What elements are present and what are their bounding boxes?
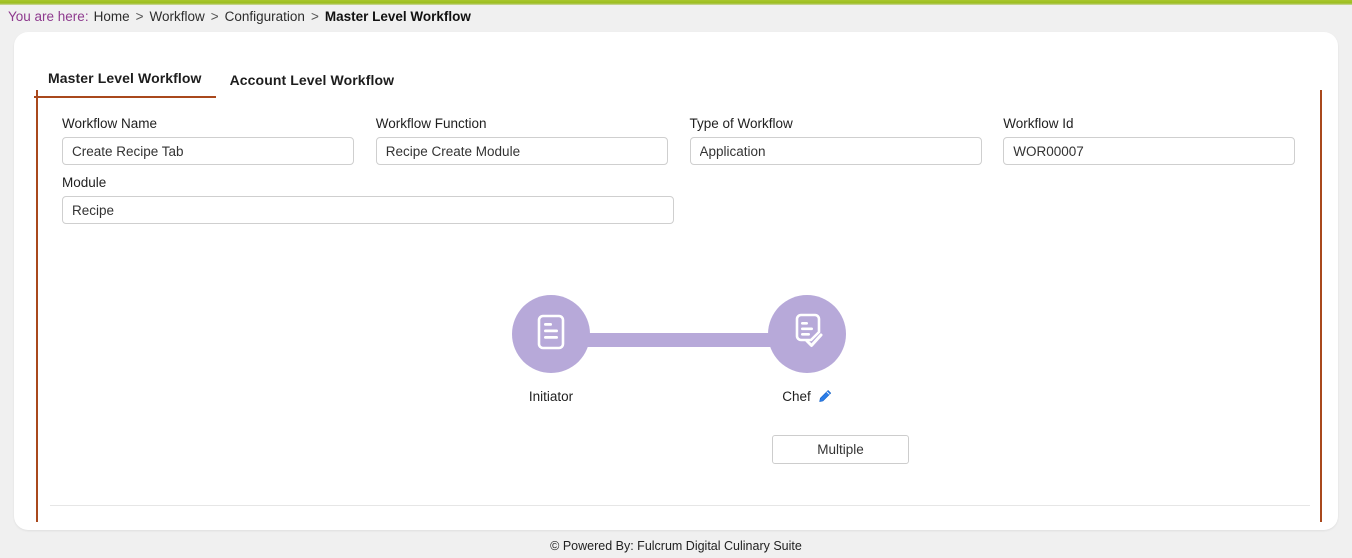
workflow-form: Workflow Name Workflow Function Type of … — [62, 116, 1317, 234]
field-label: Workflow Name — [62, 116, 158, 131]
workflow-id-input[interactable] — [1003, 137, 1296, 165]
multiple-button[interactable]: Multiple — [772, 435, 909, 464]
workflow-diagram: Initiator Chef Multiple — [38, 295, 1324, 495]
breadcrumb-item-current: Master Level Workflow — [324, 9, 471, 24]
workflow-node-chef[interactable]: Chef — [768, 295, 846, 404]
breadcrumb-item-workflow[interactable]: Workflow — [149, 9, 204, 24]
node-circle[interactable] — [768, 295, 846, 373]
node-label: Initiator — [528, 389, 574, 404]
breadcrumb-separator: > — [210, 9, 219, 24]
field-workflow-function: Workflow Function — [375, 116, 690, 165]
breadcrumb-prefix: You are here: — [8, 9, 89, 24]
workflow-name-input[interactable] — [62, 137, 354, 165]
field-label: Module — [62, 175, 107, 190]
field-module: Module — [62, 175, 702, 224]
top-accent-bar — [0, 0, 1352, 5]
workflow-node-initiator[interactable]: Initiator — [512, 295, 590, 404]
breadcrumb-separator: > — [135, 9, 144, 24]
workflow-function-input[interactable] — [375, 137, 668, 165]
breadcrumb: You are here: Home > Workflow > Configur… — [8, 9, 471, 24]
form-row-2: Module — [62, 175, 1317, 234]
module-input[interactable] — [62, 196, 674, 224]
node-label-wrapper: Chef — [782, 389, 832, 404]
main-card: Master Level Workflow Account Level Work… — [14, 32, 1338, 530]
node-label-wrapper: Initiator — [529, 389, 573, 404]
tab-label: Master Level Workflow — [48, 70, 202, 86]
type-of-workflow-input[interactable] — [689, 137, 982, 165]
breadcrumb-item-home[interactable]: Home — [94, 9, 130, 24]
document-lines-icon — [529, 310, 573, 359]
node-circle[interactable] — [512, 295, 590, 373]
field-label: Workflow Id — [1003, 116, 1074, 131]
card-bottom-divider — [50, 505, 1310, 506]
field-workflow-name: Workflow Name — [62, 116, 376, 165]
field-label: Type of Workflow — [689, 116, 793, 131]
workflow-nodes: Initiator Chef — [512, 295, 846, 404]
breadcrumb-separator: > — [310, 9, 319, 24]
node-label: Chef — [782, 389, 811, 404]
form-row-1: Workflow Name Workflow Function Type of … — [62, 116, 1317, 175]
document-check-icon — [785, 310, 829, 359]
field-type-of-workflow: Type of Workflow — [689, 116, 1004, 165]
breadcrumb-item-configuration[interactable]: Configuration — [225, 9, 305, 24]
workflow-content-frame: Workflow Name Workflow Function Type of … — [36, 90, 1322, 522]
page-root: You are here: Home > Workflow > Configur… — [0, 0, 1352, 558]
footer-text: © Powered By: Fulcrum Digital Culinary S… — [550, 539, 802, 553]
field-label: Workflow Function — [375, 116, 487, 131]
field-workflow-id: Workflow Id — [1003, 116, 1317, 165]
pencil-edit-icon[interactable] — [817, 389, 832, 404]
tab-label: Account Level Workflow — [229, 72, 395, 88]
